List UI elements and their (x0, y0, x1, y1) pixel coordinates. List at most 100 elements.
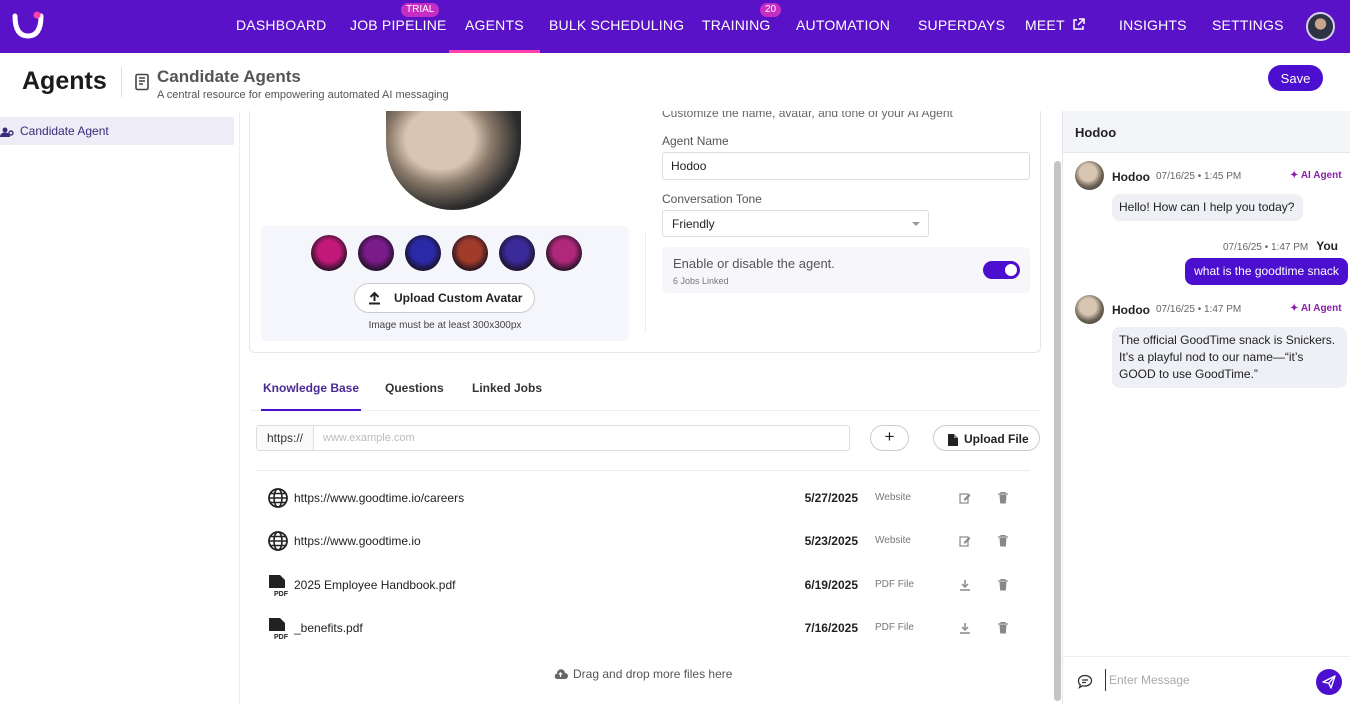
url-field: https:// (256, 425, 850, 451)
nav-superdays[interactable]: SUPERDAYS (918, 0, 1005, 53)
cloud-upload-icon (553, 667, 568, 685)
message-sender: Hodoo (1112, 170, 1150, 184)
chat-panel: Hodoo Hodoo 07/16/25 • 1:45 PM ✦ AI Agen… (1062, 111, 1350, 704)
kb-item-date: 6/19/2025 (804, 578, 858, 592)
trial-badge: TRIAL (401, 3, 440, 17)
nav-settings[interactable]: SETTINGS (1212, 0, 1284, 53)
agent-config-card: Upload Custom Avatar Image must be at le… (249, 111, 1041, 353)
sidebar-item-candidate-agent[interactable]: Candidate Agent (0, 117, 234, 145)
trash-icon[interactable] (998, 534, 1008, 552)
conversation-tone-label: Conversation Tone (662, 192, 762, 206)
page-title: Agents (22, 67, 107, 95)
agent-avatar-image (386, 111, 521, 210)
svg-text:PDF: PDF (274, 591, 288, 597)
nav-training[interactable]: TRAINING 20 (702, 0, 782, 53)
agent-settings-icon (0, 125, 14, 143)
nav-bulk-scheduling[interactable]: BULK SCHEDULING (549, 0, 684, 53)
scrollbar[interactable] (1054, 161, 1061, 701)
enable-agent-label: Enable or disable the agent. (673, 256, 835, 271)
trash-icon[interactable] (998, 491, 1008, 509)
section-title: Candidate Agents (157, 67, 301, 86)
edit-icon[interactable] (959, 534, 971, 552)
message-time: 07/16/25 • 1:47 PM (1156, 304, 1242, 315)
agent-avatar (1075, 161, 1104, 190)
avatar-option[interactable] (405, 235, 441, 271)
download-icon[interactable] (959, 621, 971, 639)
chevron-down-icon (912, 222, 920, 226)
message-sender: Hodoo (1112, 303, 1150, 317)
tab-knowledge-base[interactable]: Knowledge Base (261, 381, 362, 411)
ai-agent-tag: ✦ AI Agent (1290, 303, 1342, 314)
nav-insights[interactable]: INSIGHTS (1119, 0, 1187, 53)
file-icon (948, 433, 958, 451)
url-input[interactable] (315, 426, 849, 450)
top-nav: DASHBOARD JOB PIPELINE TRIAL AGENTS BULK … (0, 0, 1350, 53)
page-header: Agents Candidate Agents A central resour… (0, 53, 1350, 111)
nav-automation[interactable]: AUTOMATION (796, 0, 890, 53)
globe-icon (268, 531, 288, 556)
external-link-icon (1072, 1, 1085, 52)
edit-icon[interactable] (959, 491, 971, 509)
kb-item: https://www.goodtime.io/careers 5/27/202… (256, 479, 1036, 519)
upload-custom-avatar-button[interactable]: Upload Custom Avatar (354, 283, 535, 313)
customize-text: Customize the name, avatar, and tone of … (662, 111, 953, 120)
avatar-option[interactable] (452, 235, 488, 271)
message-bubble: The official GoodTime snack is Snickers.… (1112, 327, 1347, 388)
avatar-option[interactable] (358, 235, 394, 271)
add-url-button[interactable]: + (870, 425, 909, 451)
avatar-picker: Upload Custom Avatar Image must be at le… (261, 226, 629, 341)
main-content: Upload Custom Avatar Image must be at le… (240, 111, 1062, 704)
message-time: 07/16/25 • 1:45 PM (1156, 171, 1242, 182)
user-message-meta: 07/16/25 • 1:47 PM You (1223, 237, 1338, 255)
divider (256, 470, 1030, 471)
chat-bubble-icon (1077, 674, 1093, 694)
upload-file-button[interactable]: Upload File (933, 425, 1040, 451)
chat-header: Hodoo (1063, 111, 1350, 153)
enable-agent-toggle[interactable] (983, 261, 1020, 279)
kb-item-date: 5/27/2025 (804, 491, 858, 505)
chat-input-bar (1063, 656, 1350, 704)
tab-linked-jobs[interactable]: Linked Jobs (470, 381, 544, 411)
url-prefix: https:// (257, 426, 314, 450)
globe-icon (268, 488, 288, 513)
user-message-bubble: what is the goodtime snack (1185, 258, 1348, 285)
sparkle-icon: ✦ (1290, 170, 1299, 181)
message-bubble: Hello! How can I help you today? (1112, 194, 1303, 221)
nav-job-pipeline[interactable]: JOB PIPELINE TRIAL (350, 0, 447, 53)
pdf-file-icon: PDF (268, 575, 289, 602)
kb-item-type: PDF File (875, 579, 914, 590)
book-icon (134, 73, 150, 96)
tab-bar: Knowledge Base Questions Linked Jobs (250, 373, 1040, 411)
kb-item: PDF _benefits.pdf 7/16/2025 PDF File (256, 609, 1036, 649)
kb-item-type: Website (875, 492, 911, 503)
kb-item-type: PDF File (875, 622, 914, 633)
kb-item-name: https://www.goodtime.io (294, 534, 421, 548)
nav-meet[interactable]: MEET (1025, 0, 1085, 53)
chat-message-input[interactable] (1105, 669, 1305, 691)
avatar-option[interactable] (546, 235, 582, 271)
user-avatar[interactable] (1306, 12, 1335, 41)
agent-name-label: Agent Name (662, 134, 729, 148)
tab-questions[interactable]: Questions (383, 381, 446, 411)
send-button[interactable] (1316, 669, 1342, 695)
jobs-linked-count: 6 Jobs Linked (673, 276, 729, 286)
goodtime-logo-icon[interactable] (11, 10, 45, 45)
avatar-option[interactable] (499, 235, 535, 271)
sidebar-item-label: Candidate Agent (20, 124, 109, 138)
sparkle-icon: ✦ (1290, 303, 1299, 314)
kb-item: https://www.goodtime.io 5/23/2025 Websit… (256, 522, 1036, 562)
kb-item-name: https://www.goodtime.io/careers (294, 491, 465, 505)
download-icon[interactable] (959, 578, 971, 596)
save-button[interactable]: Save (1268, 65, 1323, 91)
trash-icon[interactable] (998, 621, 1008, 639)
kb-item-name: _benefits.pdf (294, 621, 363, 635)
trash-icon[interactable] (998, 578, 1008, 596)
avatar-option[interactable] (311, 235, 347, 271)
conversation-tone-select[interactable]: Friendly (662, 210, 929, 237)
nav-agents[interactable]: AGENTS (449, 0, 540, 53)
agent-name-field[interactable] (662, 152, 1030, 180)
kb-item-type: Website (875, 535, 911, 546)
kb-item: PDF 2025 Employee Handbook.pdf 6/19/2025… (256, 566, 1036, 606)
nav-dashboard[interactable]: DASHBOARD (236, 0, 326, 53)
kb-item-date: 5/23/2025 (804, 534, 858, 548)
